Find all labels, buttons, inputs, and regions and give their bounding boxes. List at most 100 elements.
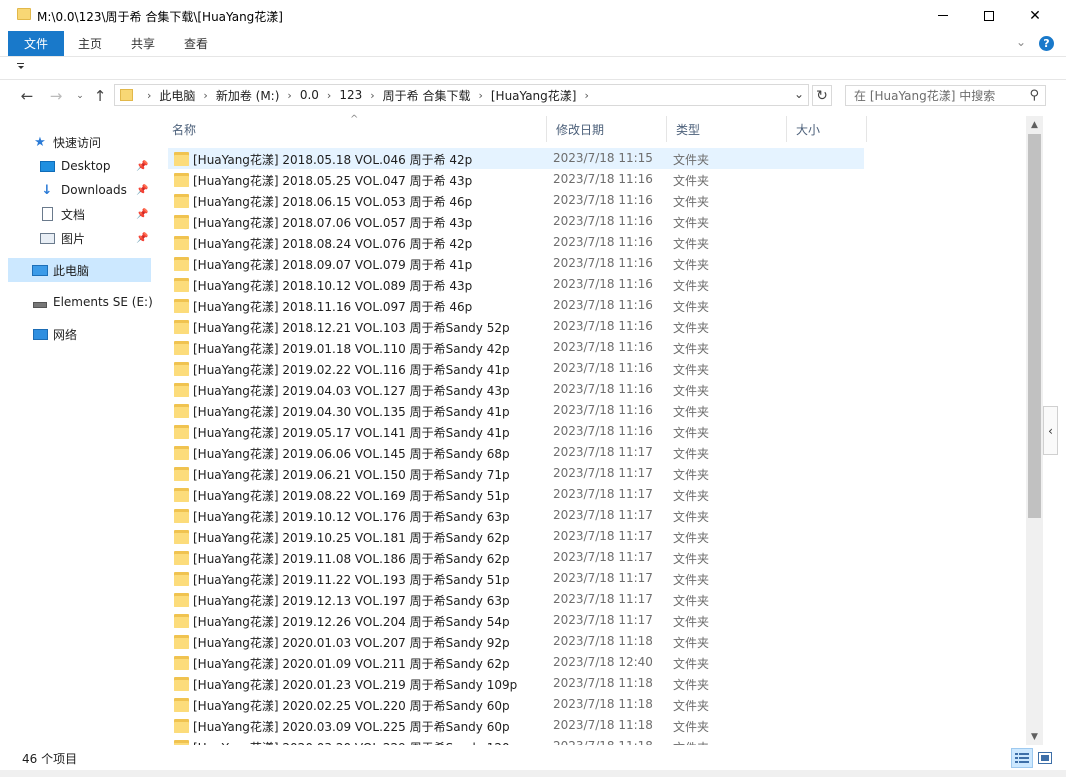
scroll-down-icon[interactable]: ▼ <box>1026 728 1043 745</box>
sidebar-item-downloads[interactable]: ↓ Downloads 📌 <box>8 178 151 202</box>
pin-icon[interactable]: 📌 <box>136 161 148 172</box>
chevron-right-icon[interactable]: › <box>195 89 215 102</box>
file-date: 2023/7/18 11:17 <box>553 445 653 459</box>
sidebar-item-desktop[interactable]: Desktop 📌 <box>8 154 151 178</box>
table-row[interactable]: [HuaYang花漾] 2019.10.25 VOL.181 周于希Sandy … <box>168 526 864 547</box>
table-row[interactable]: [HuaYang花漾] 2019.11.08 VOL.186 周于希Sandy … <box>168 547 864 568</box>
file-name: [HuaYang花漾] 2018.05.25 VOL.047 周于希 43p <box>193 174 473 188</box>
minimize-icon <box>938 15 948 16</box>
up-button[interactable]: ↑ <box>90 86 110 106</box>
recent-locations-button[interactable]: ⌄ <box>70 86 90 106</box>
column-header-date[interactable]: 修改日期 <box>547 116 667 142</box>
folder-icon <box>174 193 189 208</box>
file-date: 2023/7/18 11:17 <box>553 613 653 627</box>
file-name: [HuaYang花漾] 2018.07.06 VOL.057 周于希 43p <box>193 216 473 230</box>
folder-icon <box>174 676 189 691</box>
chevron-right-icon[interactable]: › <box>362 89 382 102</box>
table-row[interactable]: [HuaYang花漾] 2018.08.24 VOL.076 周于希 42p 20… <box>168 232 864 253</box>
table-row[interactable]: [HuaYang花漾] 2019.02.22 VOL.116 周于希Sandy … <box>168 358 864 379</box>
preview-pane-toggle[interactable]: ‹ <box>1043 406 1058 455</box>
table-row[interactable]: [HuaYang花漾] 2019.06.06 VOL.145 周于希Sandy … <box>168 442 864 463</box>
table-row[interactable]: [HuaYang花漾] 2019.05.17 VOL.141 周于希Sandy … <box>168 421 864 442</box>
search-icon[interactable]: ⚲ <box>1029 88 1039 103</box>
pin-icon[interactable]: 📌 <box>136 233 148 244</box>
folder-icon <box>174 298 189 313</box>
tab-home[interactable]: 主页 <box>66 31 114 56</box>
refresh-button[interactable]: ↻ <box>812 85 832 106</box>
scrollbar-thumb[interactable] <box>1028 134 1041 518</box>
vertical-scrollbar[interactable]: ▲ ▼ <box>1026 116 1043 745</box>
breadcrumb-folder-collection[interactable]: 周于希 合集下载 <box>383 87 471 104</box>
column-header-name[interactable]: 名称 <box>163 116 547 142</box>
table-row[interactable]: [HuaYang花漾] 2020.03.09 VOL.225 周于希Sandy … <box>168 715 864 736</box>
sidebar-item-documents[interactable]: 文档 📌 <box>8 202 151 226</box>
computer-icon <box>32 263 48 277</box>
address-history-button[interactable]: ⌄ <box>794 87 804 101</box>
pin-icon[interactable]: 📌 <box>136 185 148 196</box>
expand-ribbon-icon[interactable]: ⌄ <box>1016 35 1026 49</box>
table-row[interactable]: [HuaYang花漾] 2019.01.18 VOL.110 周于希Sandy … <box>168 337 864 358</box>
close-button[interactable]: ✕ <box>1012 0 1058 31</box>
chevron-right-icon[interactable]: › <box>470 89 490 102</box>
table-row[interactable]: [HuaYang花漾] 2018.11.16 VOL.097 周于希 46p 20… <box>168 295 864 316</box>
sidebar-item-drive-e[interactable]: Elements SE (E:) <box>8 290 153 314</box>
address-bar[interactable]: › 此电脑 › 新加卷 (M:) › 0.0 › 123 › 周于希 合集下载 … <box>114 84 809 106</box>
large-icons-view-button[interactable] <box>1034 748 1056 768</box>
table-row[interactable]: [HuaYang花漾] 2019.04.30 VOL.135 周于希Sandy … <box>168 400 864 421</box>
table-row[interactable]: [HuaYang花漾] 2019.06.21 VOL.150 周于希Sandy … <box>168 463 864 484</box>
maximize-button[interactable] <box>966 0 1012 31</box>
breadcrumb-folder-123[interactable]: 123 <box>339 88 362 102</box>
help-icon[interactable]: ? <box>1039 36 1054 51</box>
table-row[interactable]: [HuaYang花漾] 2020.02.25 VOL.220 周于希Sandy … <box>168 694 864 715</box>
pin-icon[interactable]: 📌 <box>136 209 148 220</box>
search-input[interactable] <box>854 88 1019 104</box>
table-row[interactable]: [HuaYang花漾] 2018.05.18 VOL.046 周于希 42p 20… <box>168 148 864 169</box>
customize-toolbar-icon[interactable] <box>17 63 25 71</box>
column-header-size[interactable]: 大小 <box>787 116 867 142</box>
breadcrumb-folder-0-0[interactable]: 0.0 <box>300 88 319 102</box>
file-date: 2023/7/18 11:16 <box>553 340 653 354</box>
chevron-right-icon[interactable]: › <box>139 89 159 102</box>
breadcrumb-folder-current[interactable]: [HuaYang花漾] <box>491 87 577 104</box>
tab-file[interactable]: 文件 <box>8 31 64 56</box>
chevron-right-icon[interactable]: › <box>279 89 299 102</box>
file-name: [HuaYang花漾] 2020.01.09 VOL.211 周于希Sandy … <box>193 657 510 671</box>
breadcrumb-drive[interactable]: 新加卷 (M:) <box>216 87 280 104</box>
back-button[interactable]: ← <box>17 86 37 106</box>
search-box[interactable]: ⚲ <box>845 85 1046 106</box>
folder-icon <box>174 529 189 544</box>
chevron-right-icon[interactable]: › <box>576 89 596 102</box>
table-row[interactable]: [HuaYang花漾] 2018.12.21 VOL.103 周于希Sandy … <box>168 316 864 337</box>
sidebar-item-this-pc[interactable]: 此电脑 <box>8 258 151 282</box>
chevron-right-icon[interactable]: › <box>319 89 339 102</box>
tab-view[interactable]: 查看 <box>172 31 220 56</box>
table-row[interactable]: [HuaYang花漾] 2019.12.13 VOL.197 周于希Sandy … <box>168 589 864 610</box>
folder-icon <box>174 340 189 355</box>
minimize-button[interactable] <box>920 0 966 31</box>
table-row[interactable]: [HuaYang花漾] 2018.09.07 VOL.079 周于希 41p 20… <box>168 253 864 274</box>
sidebar-item-network[interactable]: 网络 <box>8 322 151 346</box>
breadcrumb-this-pc[interactable]: 此电脑 <box>159 87 195 104</box>
sidebar-item-pictures[interactable]: 图片 📌 <box>8 226 151 250</box>
table-row[interactable]: [HuaYang花漾] 2020.03.20 VOL.229 周于希Sandy … <box>168 736 864 745</box>
table-row[interactable]: [HuaYang花漾] 2019.12.26 VOL.204 周于希Sandy … <box>168 610 864 631</box>
table-row[interactable]: [HuaYang花漾] 2019.11.22 VOL.193 周于希Sandy … <box>168 568 864 589</box>
forward-button[interactable]: → <box>46 86 66 106</box>
table-row[interactable]: [HuaYang花漾] 2018.05.25 VOL.047 周于希 43p 20… <box>168 169 864 190</box>
sidebar-item-quick-access[interactable]: ★ 快速访问 <box>8 130 151 154</box>
folder-icon <box>120 89 133 101</box>
table-row[interactable]: [HuaYang花漾] 2020.01.03 VOL.207 周于希Sandy … <box>168 631 864 652</box>
drive-icon <box>32 295 48 309</box>
table-row[interactable]: [HuaYang花漾] 2019.10.12 VOL.176 周于希Sandy … <box>168 505 864 526</box>
column-header-type[interactable]: 类型 <box>667 116 787 142</box>
table-row[interactable]: [HuaYang花漾] 2020.01.09 VOL.211 周于希Sandy … <box>168 652 864 673</box>
tab-share[interactable]: 共享 <box>119 31 167 56</box>
details-view-button[interactable] <box>1011 748 1033 768</box>
table-row[interactable]: [HuaYang花漾] 2019.04.03 VOL.127 周于希Sandy … <box>168 379 864 400</box>
table-row[interactable]: [HuaYang花漾] 2018.10.12 VOL.089 周于希 43p 20… <box>168 274 864 295</box>
table-row[interactable]: [HuaYang花漾] 2019.08.22 VOL.169 周于希Sandy … <box>168 484 864 505</box>
table-row[interactable]: [HuaYang花漾] 2018.06.15 VOL.053 周于希 46p 20… <box>168 190 864 211</box>
table-row[interactable]: [HuaYang花漾] 2018.07.06 VOL.057 周于希 43p 20… <box>168 211 864 232</box>
table-row[interactable]: [HuaYang花漾] 2020.01.23 VOL.219 周于希Sandy … <box>168 673 864 694</box>
scroll-up-icon[interactable]: ▲ <box>1026 116 1043 133</box>
